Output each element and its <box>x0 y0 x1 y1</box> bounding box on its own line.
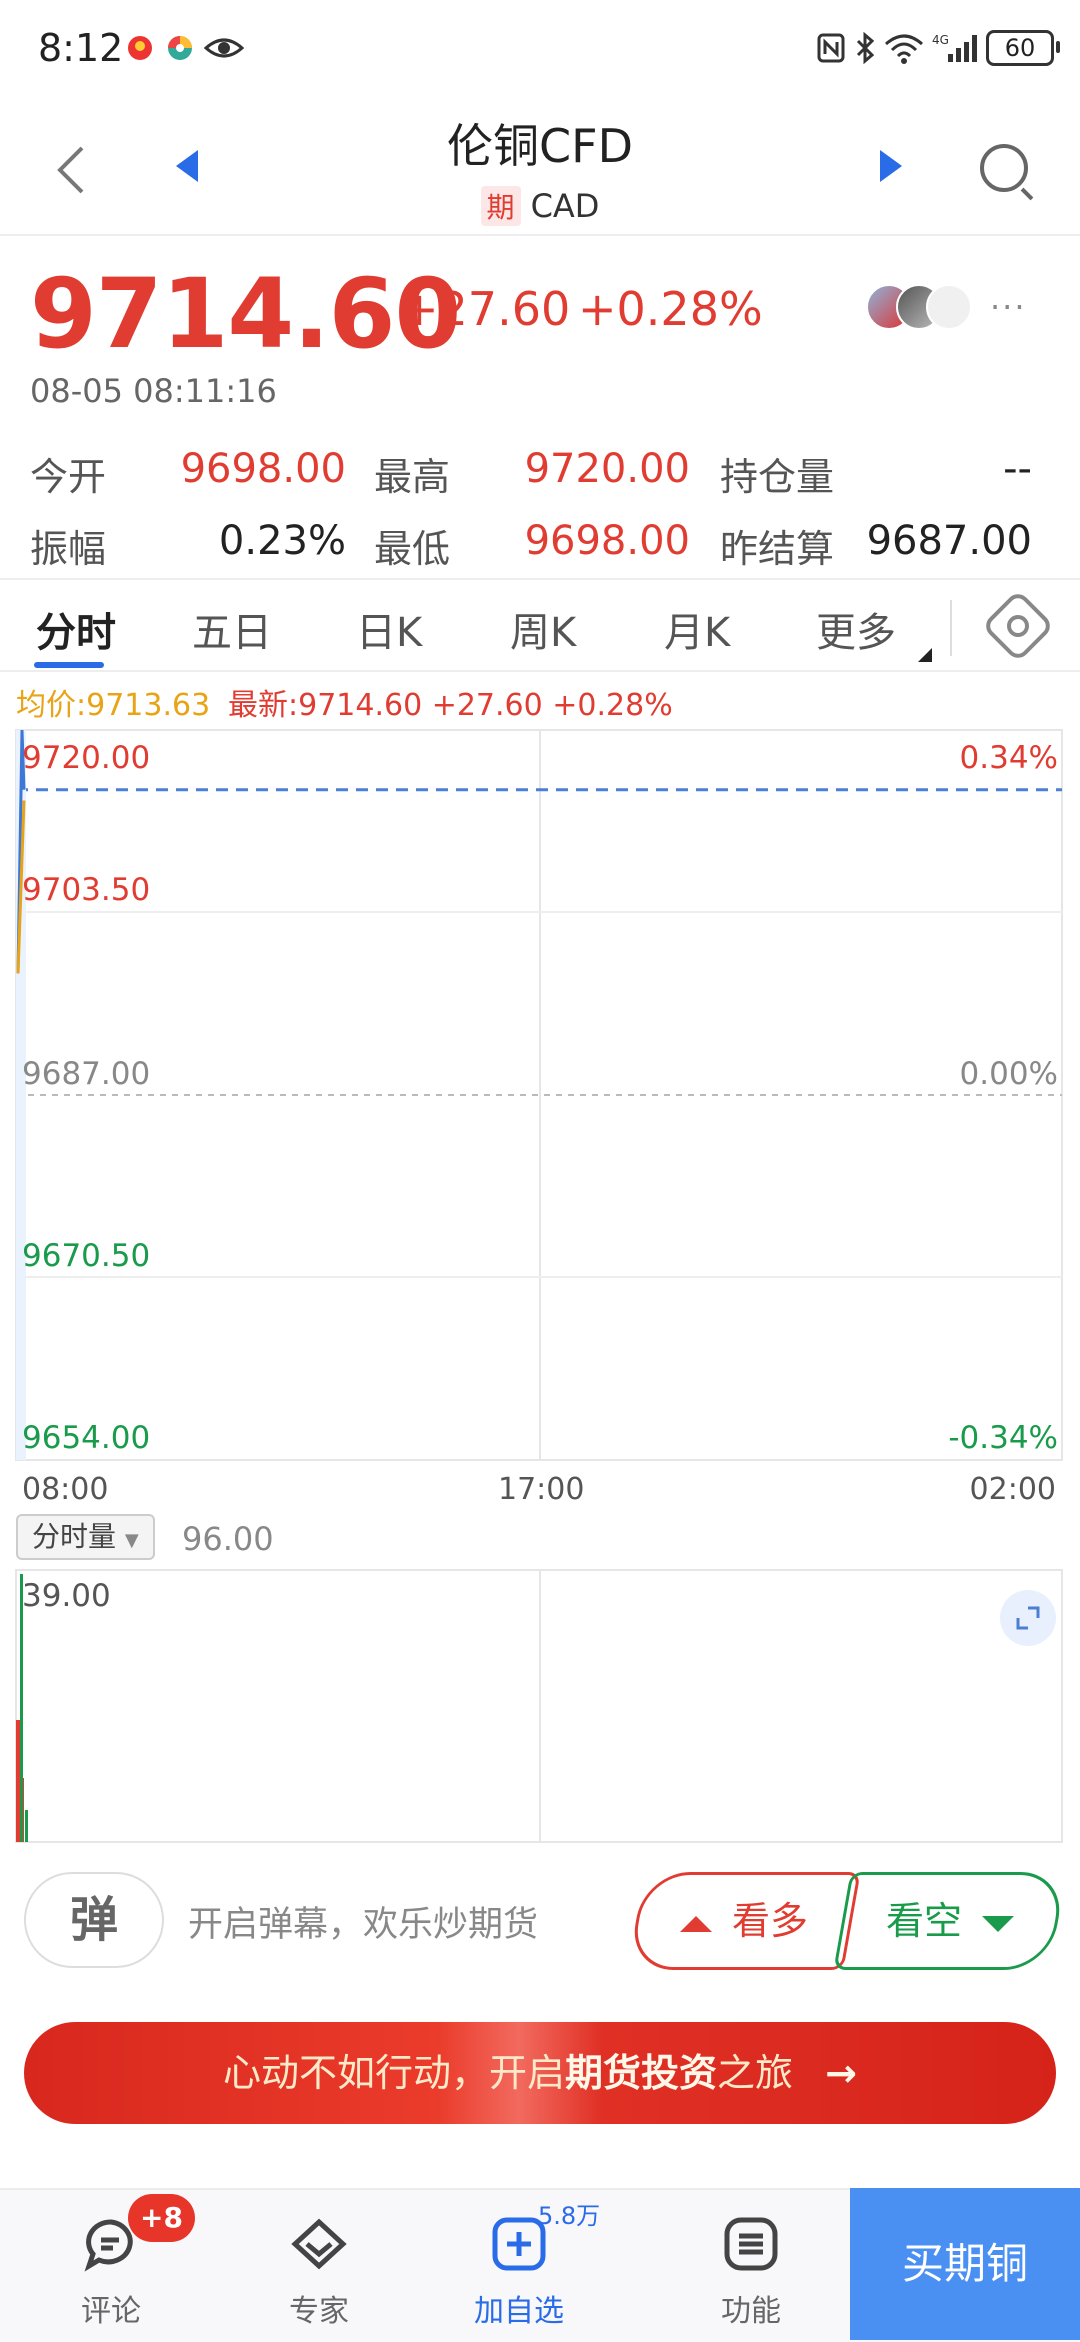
intraday-chart[interactable]: 9720.00 9703.50 9687.00 9670.50 9654.00 … <box>0 720 1080 1850</box>
header-divider <box>0 234 1080 236</box>
nav-label: 加自选 <box>474 2294 564 2329</box>
chevron-left-icon <box>57 146 84 194</box>
nfc-icon <box>816 32 846 71</box>
danmaku-toggle-label: 弹 <box>69 1892 118 1948</box>
danmaku-prompt[interactable]: 开启弹幕，欢乐炒期货 <box>188 1896 538 1947</box>
stat-label: 持仓量 <box>720 455 835 499</box>
y-tick-label: 9687.00 <box>22 1056 151 1092</box>
quote-timestamp: 08-05 08:11:16 <box>30 372 277 410</box>
app-colorful-icon <box>164 32 196 71</box>
stat-label: 今开 <box>30 455 107 499</box>
danmaku-toggle-button[interactable]: 弹 <box>24 1872 164 1968</box>
y-tick-label: 9654.00 <box>22 1420 151 1456</box>
stat-value: 9687.00 <box>866 518 1032 564</box>
user-avatars[interactable] <box>866 284 976 330</box>
bluetooth-icon <box>854 31 876 71</box>
tab-weekly-k[interactable]: 周K <box>510 600 576 658</box>
volume-bar <box>16 1720 20 1842</box>
pct-tick-label: -0.34% <box>948 1420 1058 1456</box>
tab-more[interactable]: 更多 <box>816 600 896 658</box>
wifi-icon <box>884 32 924 71</box>
avg-price-indicator: 均价:9713.63 <box>16 688 211 723</box>
futures-badge: 期 <box>480 186 521 226</box>
bullish-vote-button[interactable]: 看多 <box>627 1872 861 1970</box>
status-time: 8:12 <box>38 26 124 70</box>
nav-label: 专家 <box>289 2294 349 2329</box>
prev-instrument-button[interactable] <box>176 150 198 182</box>
chart-svg <box>15 729 1063 1843</box>
volume-type-dropdown[interactable]: 分时量 ▼ <box>16 1514 155 1560</box>
price-change: +27.60 <box>400 282 571 336</box>
menu-list-icon <box>724 2217 778 2271</box>
nav-item-functions[interactable]: 功能 <box>676 2190 826 2342</box>
bullish-label: 看多 <box>731 1899 808 1943</box>
search-icon[interactable] <box>980 144 1028 192</box>
tab-separator <box>950 600 952 656</box>
network-type: 4G <box>932 33 949 47</box>
volume-max-label: 39.00 <box>22 1578 111 1614</box>
next-instrument-button[interactable] <box>880 150 902 182</box>
arrow-right-icon: → <box>825 2051 857 2095</box>
stat-label: 昨结算 <box>720 527 835 571</box>
fullscreen-expand-icon[interactable] <box>1000 1590 1056 1646</box>
tab-daily-k[interactable]: 日K <box>356 600 422 658</box>
arrow-down-icon <box>982 1915 1014 1932</box>
page-title: 伦铜CFD <box>447 119 633 173</box>
stat-label: 振幅 <box>30 527 107 571</box>
instrument-subtitle: 期 CAD <box>340 186 740 226</box>
x-tick-label: 17:00 <box>498 1472 585 1507</box>
dropdown-corner-icon <box>918 648 932 662</box>
pct-tick-label: 0.00% <box>959 1056 1058 1092</box>
status-bar: 8:12 4G 60 <box>0 0 1080 100</box>
volume-bar <box>20 1574 23 1842</box>
promo-banner[interactable]: 心动不如行动，开启期货投资之旅 → <box>24 2022 1056 2124</box>
latest-price-indicator: 最新:9714.60 +27.60 +0.28% <box>228 688 673 723</box>
active-tab-indicator <box>34 662 104 668</box>
stat-label: 最高 <box>374 455 451 499</box>
arrow-up-icon <box>679 1915 712 1932</box>
y-tick-label: 9703.50 <box>22 872 151 908</box>
tab-intraday[interactable]: 分时 <box>36 600 116 658</box>
stat-value: -- <box>1003 446 1032 492</box>
promo-highlight: 期货投资 <box>565 2051 718 2095</box>
tabs-divider <box>0 670 1080 672</box>
y-tick-label: 9670.50 <box>22 1238 151 1274</box>
nav-label: 评论 <box>81 2294 141 2329</box>
caret-down-icon: ▼ <box>124 1530 139 1551</box>
pct-tick-label: 0.34% <box>959 740 1058 776</box>
cellular-signal-icon: 4G <box>932 32 980 71</box>
stat-value: 9720.00 <box>524 446 690 492</box>
bearish-vote-button[interactable]: 看空 <box>833 1872 1067 1970</box>
volume-bar <box>25 1810 28 1842</box>
eye-icon <box>203 32 245 71</box>
app-notification-icon <box>124 32 156 71</box>
back-button[interactable] <box>52 140 92 200</box>
stat-value: 0.23% <box>218 518 346 564</box>
stat-label: 最低 <box>374 527 451 571</box>
stat-value: 9698.00 <box>180 446 346 492</box>
x-tick-label: 08:00 <box>22 1472 109 1507</box>
promo-prefix: 心动不如行动，开启 <box>223 2051 566 2095</box>
price-change-pct: +0.28% <box>578 282 763 336</box>
tab-monthly-k[interactable]: 月K <box>664 600 730 658</box>
last-price: 9714.60 <box>30 258 461 370</box>
volume-value: 96.00 <box>182 1520 274 1558</box>
diamond-icon <box>291 2218 347 2270</box>
nav-label: 功能 <box>721 2294 781 2329</box>
promo-suffix: 之旅 <box>717 2051 794 2095</box>
tab-five-day[interactable]: 五日 <box>192 600 272 658</box>
stat-value: 9698.00 <box>524 518 690 564</box>
instrument-code: CAD <box>530 187 600 225</box>
y-tick-label: 9720.00 <box>22 740 151 776</box>
avatar <box>926 284 972 330</box>
nav-item-experts[interactable]: 专家 <box>244 2190 394 2342</box>
buy-futures-button[interactable]: 买期铜 <box>850 2188 1080 2340</box>
x-tick-label: 02:00 <box>969 1472 1056 1507</box>
battery-indicator: 60 <box>986 30 1060 66</box>
bearish-label: 看空 <box>885 1899 962 1943</box>
watchlist-count: 5.8万 <box>538 2202 601 2230</box>
comments-count-badge: +8 <box>128 2194 195 2242</box>
more-dots-icon[interactable]: ··· <box>990 288 1027 326</box>
volume-type-label: 分时量 <box>32 1520 117 1553</box>
